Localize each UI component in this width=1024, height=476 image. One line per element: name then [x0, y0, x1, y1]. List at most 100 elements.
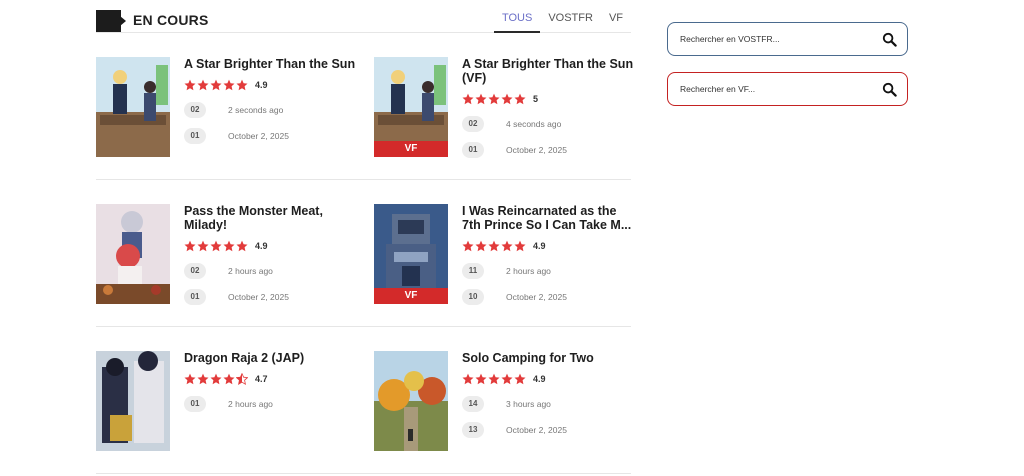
anime-grid: A Star Brighter Than the Sun 4.9 02 2 secon… [96, 33, 634, 474]
episode-row: 02 2 hours ago [184, 262, 356, 279]
anime-title[interactable]: Dragon Raja 2 (JAP) [184, 351, 356, 365]
star-icon [501, 240, 513, 252]
star-icon [184, 373, 196, 385]
rating-row: 4.9 [184, 239, 356, 253]
star-icon [462, 93, 474, 105]
grid-row: Dragon Raja 2 (JAP) 4.7 01 2 hours ago Solo … [96, 327, 631, 474]
star-icon [501, 373, 513, 385]
anime-poster[interactable] [374, 351, 448, 451]
rating-row: 4.9 [462, 239, 634, 253]
episode-time: 2 hours ago [228, 398, 273, 409]
tab-vf[interactable]: VF [601, 12, 631, 33]
star-icon [197, 240, 209, 252]
vf-badge: VF [374, 141, 448, 157]
episode-row: 01 October 2, 2025 [184, 288, 356, 305]
anime-title[interactable]: A Star Brighter Than the Sun (VF) [462, 57, 634, 85]
star-icon [236, 79, 248, 91]
episode-row: 02 2 seconds ago [184, 101, 356, 118]
anime-card: VF A Star Brighter Than the Sun (VF) 5 02 4 … [374, 57, 634, 159]
episode-row: 14 3 hours ago [462, 395, 634, 412]
search-icon[interactable] [882, 32, 897, 47]
star-icon [501, 93, 513, 105]
vf-badge: VF [374, 288, 448, 304]
star-icon [488, 93, 500, 105]
tab-vostfr[interactable]: VOSTFR [540, 12, 601, 33]
episode-row: 01 October 2, 2025 [462, 141, 634, 158]
star-icon [210, 79, 222, 91]
search-icon[interactable] [882, 82, 897, 97]
anime-title[interactable]: Solo Camping for Two [462, 351, 634, 365]
anime-poster[interactable] [96, 204, 170, 304]
episode-time: October 2, 2025 [506, 424, 567, 435]
anime-info: I Was Reincarnated as the 7th Prince So … [462, 204, 634, 305]
episode-row: 01 2 hours ago [184, 395, 356, 412]
episode-number-badge[interactable]: 02 [184, 262, 206, 279]
episode-time: October 2, 2025 [506, 144, 567, 155]
star-icon [475, 240, 487, 252]
star-icon [223, 373, 235, 385]
poster-image [96, 351, 170, 451]
episode-time: 2 hours ago [228, 265, 273, 276]
anime-info: A Star Brighter Than the Sun 4.9 02 2 secon… [184, 57, 356, 144]
star-icon [184, 240, 196, 252]
rating-value: 4.7 [255, 374, 268, 384]
episode-row: 01 October 2, 2025 [184, 127, 356, 144]
grid-row: A Star Brighter Than the Sun 4.9 02 2 secon… [96, 33, 634, 180]
episode-number-badge[interactable]: 01 [462, 141, 484, 158]
star-icon [223, 79, 235, 91]
star-icon [514, 373, 526, 385]
rating-value: 4.9 [533, 374, 546, 384]
episode-number-badge[interactable]: 02 [184, 101, 206, 118]
section-header: EN COURS TOUS VOSTFR VF [96, 0, 631, 33]
episode-number-badge[interactable]: 10 [462, 288, 484, 305]
episode-row: 13 October 2, 2025 [462, 421, 634, 438]
section-marker-icon [96, 10, 126, 32]
anime-poster[interactable]: VF [374, 204, 448, 304]
episode-time: 2 seconds ago [228, 104, 284, 115]
episode-number-badge[interactable]: 13 [462, 421, 484, 438]
poster-image [96, 57, 170, 157]
episode-time: October 2, 2025 [228, 130, 289, 141]
star-icon [462, 240, 474, 252]
anime-poster[interactable] [96, 57, 170, 157]
anime-info: Pass the Monster Meat, Milady! 4.9 02 2 hou… [184, 204, 356, 305]
anime-poster[interactable] [96, 351, 170, 451]
anime-card: Dragon Raja 2 (JAP) 4.7 01 2 hours ago [96, 351, 356, 453]
rating-row: 4.9 [462, 372, 634, 386]
poster-image [96, 204, 170, 304]
rating-row: 4.9 [184, 78, 356, 92]
anime-title[interactable]: A Star Brighter Than the Sun [184, 57, 356, 71]
star-icon [514, 93, 526, 105]
anime-title[interactable]: Pass the Monster Meat, Milady! [184, 204, 356, 232]
episode-number-badge[interactable]: 02 [462, 115, 484, 132]
star-icon [475, 373, 487, 385]
anime-info: Solo Camping for Two 4.9 14 3 hours ago 13 Oc… [462, 351, 634, 438]
episode-number-badge[interactable]: 01 [184, 127, 206, 144]
search-vf-input[interactable] [680, 82, 875, 96]
search-vostfr-input[interactable] [680, 32, 875, 46]
anime-card: VF I Was Reincarnated as the 7th Prince S… [374, 204, 634, 306]
anime-poster[interactable]: VF [374, 57, 448, 157]
anime-card: Pass the Monster Meat, Milady! 4.9 02 2 hou… [96, 204, 356, 306]
star-icon [210, 373, 222, 385]
rating-row: 5 [462, 92, 634, 106]
anime-title[interactable]: I Was Reincarnated as the 7th Prince So … [462, 204, 634, 232]
episode-time: 2 hours ago [506, 265, 551, 276]
star-rating [462, 93, 526, 105]
star-icon [197, 79, 209, 91]
episode-number-badge[interactable]: 11 [462, 262, 484, 279]
star-half-icon [236, 373, 248, 385]
episode-number-badge[interactable]: 01 [184, 288, 206, 305]
episode-number-badge[interactable]: 01 [184, 395, 206, 412]
tab-tous[interactable]: TOUS [493, 12, 541, 33]
rating-value: 5 [533, 94, 539, 104]
star-icon [475, 93, 487, 105]
anime-card: A Star Brighter Than the Sun 4.9 02 2 secon… [96, 57, 356, 159]
star-icon [514, 240, 526, 252]
star-rating [462, 240, 526, 252]
episode-number-badge[interactable]: 14 [462, 395, 484, 412]
star-icon [236, 240, 248, 252]
episode-time: October 2, 2025 [228, 291, 289, 302]
rating-value: 4.9 [533, 241, 546, 251]
rating-value: 4.9 [255, 241, 268, 251]
